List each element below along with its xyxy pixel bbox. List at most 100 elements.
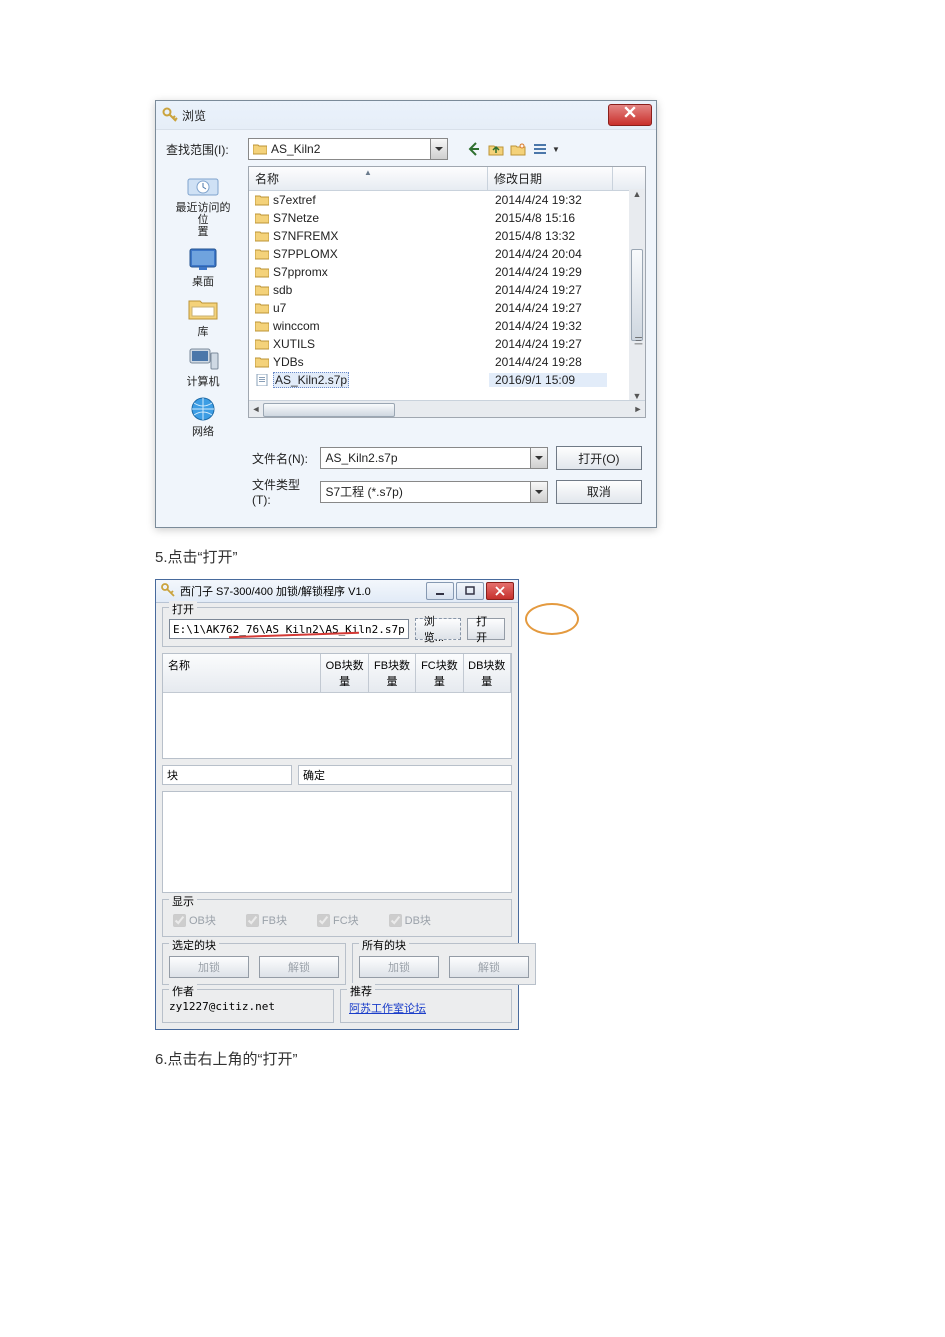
recommend-link[interactable]: 阿苏工作室论坛 xyxy=(347,1001,428,1017)
lock-all-button[interactable]: 加锁 xyxy=(359,956,439,978)
scroll-thumb[interactable] xyxy=(631,249,643,341)
author-group: 作者 zy1227@citiz.net xyxy=(162,989,334,1023)
views-icon[interactable] xyxy=(530,139,550,159)
column-ob[interactable]: OB块数量 xyxy=(321,654,368,692)
folder-row[interactable]: S7ppromx 2014/4/24 19:29 xyxy=(249,263,645,281)
checkbox-db[interactable]: DB块 xyxy=(389,912,431,928)
libraries-icon xyxy=(185,294,221,324)
file-name: YDBs xyxy=(273,355,304,369)
step-5-text: 5.点击“打开” xyxy=(155,546,805,567)
file-date: 2014/4/24 19:29 xyxy=(489,265,607,279)
folder-row[interactable]: XUTILS2014/4/24 19:27 xyxy=(249,335,645,353)
folder-icon xyxy=(255,194,269,206)
file-name: S7NFREMX xyxy=(273,229,338,243)
block-label-box: 块 xyxy=(162,765,292,785)
file-list[interactable]: 名称 ▲ 修改日期 s7extref 2014/4/24 19:32 S7Netze… xyxy=(248,166,646,418)
place-libraries[interactable]: 库 xyxy=(171,294,235,338)
computer-icon xyxy=(185,344,221,374)
maximize-button[interactable] xyxy=(456,582,484,600)
dropdown-icon[interactable] xyxy=(530,448,547,468)
file-date: 2014/4/24 19:27 xyxy=(489,337,607,351)
folder-icon xyxy=(255,284,269,296)
up-folder-icon[interactable] xyxy=(486,139,506,159)
folder-row[interactable]: sdb 2014/4/24 19:27 xyxy=(249,281,645,299)
folder-row[interactable]: S7PPLOMX2014/4/24 20:04 xyxy=(249,245,645,263)
app-icon xyxy=(162,107,178,123)
checkbox-fb[interactable]: FB块 xyxy=(246,912,287,928)
place-desktop[interactable]: 桌面 xyxy=(171,244,235,288)
dialog-titlebar[interactable]: 西门子 S7-300/400 加锁/解锁程序 V1.0 xyxy=(156,580,518,603)
horizontal-scrollbar[interactable]: ◄ ► xyxy=(249,400,645,417)
folder-row[interactable]: YDBs 2014/4/24 19:28 xyxy=(249,353,645,371)
browse-button[interactable]: 浏览... xyxy=(415,618,461,640)
file-date: 2015/4/8 13:32 xyxy=(489,229,607,243)
block-confirm-box: 确定 xyxy=(298,765,512,785)
desktop-icon xyxy=(185,244,221,274)
look-in-combobox[interactable]: AS_Kiln2 xyxy=(248,138,448,160)
folder-icon xyxy=(253,143,267,155)
column-date[interactable]: 修改日期 xyxy=(488,167,613,190)
file-name-label: 文件名(N): xyxy=(252,450,312,467)
file-type-combobox[interactable]: S7工程 (*.s7p) xyxy=(320,481,547,503)
place-network[interactable]: 网络 xyxy=(171,394,235,438)
checkbox-ob[interactable]: OB块 xyxy=(173,912,216,928)
open-button[interactable]: 打开(O) xyxy=(556,446,642,470)
vertical-scrollbar[interactable]: ▲ 三 ▼ xyxy=(629,189,645,401)
file-date: 2014/4/24 19:27 xyxy=(489,283,607,297)
file-row[interactable]: AS_Kiln2.s7p2016/9/1 15:09 xyxy=(249,371,645,389)
minimize-button[interactable] xyxy=(426,582,454,600)
look-in-value: AS_Kiln2 xyxy=(271,142,320,156)
display-group: 显示 OB块 FB块 FC块 DB块 xyxy=(162,899,512,937)
file-name: S7ppromx xyxy=(273,265,328,279)
recent-icon xyxy=(185,170,221,200)
recommend-group: 推荐 阿苏工作室论坛 xyxy=(340,989,512,1023)
new-folder-icon[interactable] xyxy=(508,139,528,159)
file-name: S7Netze xyxy=(273,211,319,225)
dropdown-icon[interactable] xyxy=(530,482,547,502)
folder-icon xyxy=(255,212,269,224)
folder-row[interactable]: winccom2014/4/24 19:32 xyxy=(249,317,645,335)
column-fc[interactable]: FC块数量 xyxy=(416,654,463,692)
file-name: sdb xyxy=(273,283,292,297)
column-fb[interactable]: FB块数量 xyxy=(369,654,416,692)
close-button[interactable] xyxy=(486,582,514,600)
dialog-title: 浏览 xyxy=(182,107,206,124)
place-computer[interactable]: 计算机 xyxy=(171,344,235,388)
chevron-down-icon[interactable]: ▼ xyxy=(552,145,560,154)
place-recent[interactable]: 最近访问的位 置 xyxy=(171,170,235,238)
folder-icon xyxy=(255,230,269,242)
file-list-header[interactable]: 名称 ▲ 修改日期 xyxy=(249,167,645,191)
file-date: 2014/4/24 19:32 xyxy=(489,319,607,333)
network-icon xyxy=(185,394,221,424)
dropdown-icon[interactable] xyxy=(430,139,447,159)
file-name: s7extref xyxy=(273,193,316,207)
unlock-all-button[interactable]: 解锁 xyxy=(449,956,529,978)
unlock-selected-button[interactable]: 解锁 xyxy=(259,956,339,978)
folder-row[interactable]: s7extref 2014/4/24 19:32 xyxy=(249,191,645,209)
folder-row[interactable]: u72014/4/24 19:27 xyxy=(249,299,645,317)
file-icon xyxy=(255,374,269,386)
folder-row[interactable]: S7Netze2015/4/8 15:16 xyxy=(249,209,645,227)
file-date: 2014/4/24 19:32 xyxy=(489,193,607,207)
block-list[interactable]: 名称 OB块数量 FB块数量 FC块数量 DB块数量 xyxy=(162,653,512,759)
open-group-title: 打开 xyxy=(169,601,197,617)
scroll-thumb[interactable] xyxy=(263,403,395,417)
lock-selected-button[interactable]: 加锁 xyxy=(169,956,249,978)
column-name[interactable]: 名称 xyxy=(163,654,321,692)
cancel-button[interactable]: 取消 xyxy=(556,480,642,504)
close-button[interactable] xyxy=(608,104,652,126)
folder-icon xyxy=(255,356,269,368)
block-detail-list[interactable] xyxy=(162,791,512,893)
back-icon[interactable] xyxy=(464,139,484,159)
file-name: u7 xyxy=(273,301,286,315)
file-name: AS_Kiln2.s7p xyxy=(273,372,349,388)
column-name[interactable]: 名称 ▲ xyxy=(249,167,488,190)
column-db[interactable]: DB块数量 xyxy=(464,654,511,692)
folder-row[interactable]: S7NFREMX 2015/4/8 13:32 xyxy=(249,227,645,245)
annotation-circle xyxy=(525,603,579,635)
open-button[interactable]: 打开 xyxy=(467,618,505,640)
dialog-titlebar[interactable]: 浏览 xyxy=(156,101,656,130)
file-name-input[interactable]: AS_Kiln2.s7p xyxy=(320,447,547,469)
file-date: 2014/4/24 19:28 xyxy=(489,355,607,369)
checkbox-fc[interactable]: FC块 xyxy=(317,912,359,928)
